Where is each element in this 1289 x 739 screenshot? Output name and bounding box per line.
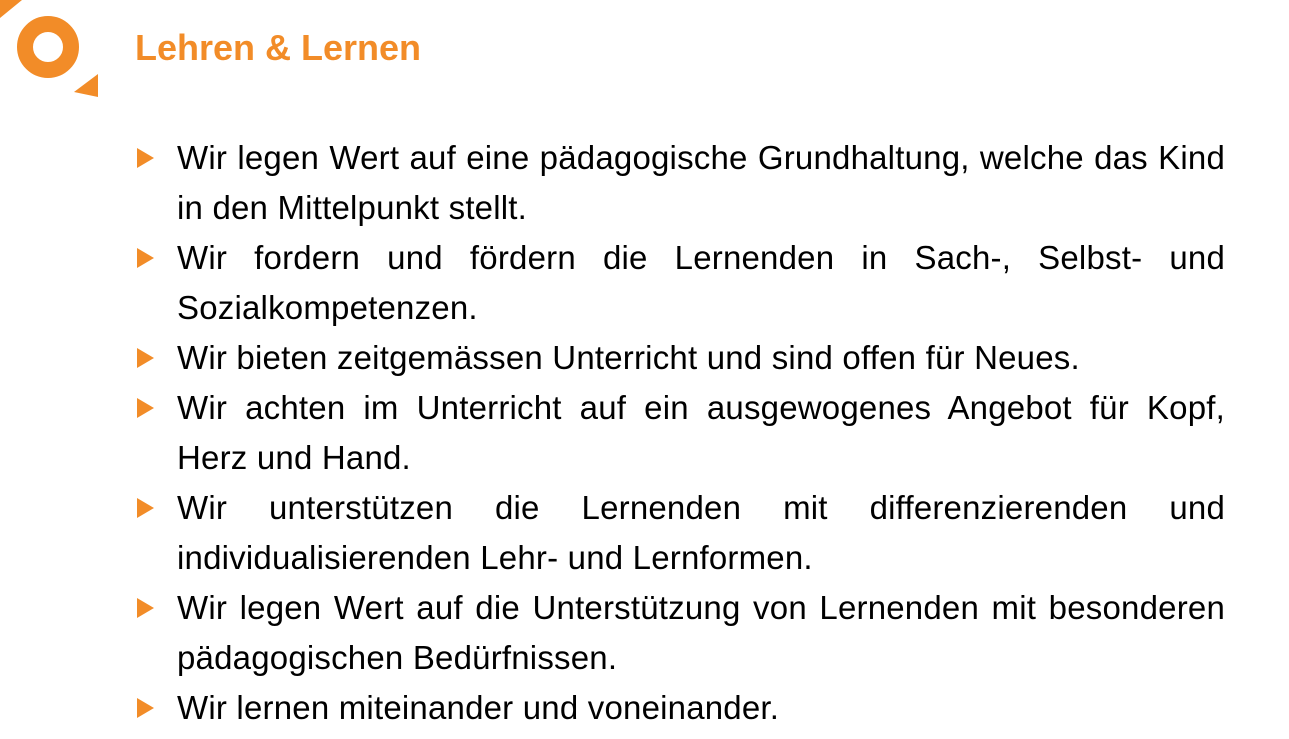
page-title: Lehren & Lernen bbox=[135, 27, 422, 68]
bullet-item: Wir unterstützen die Lernenden mit diffe… bbox=[135, 483, 1225, 583]
bullet-text: Wir bieten zeitgemässen Unterricht und s… bbox=[177, 339, 1080, 376]
bullet-text: Wir lernen miteinander und voneinander. bbox=[177, 689, 780, 726]
triangle-bullet-icon bbox=[137, 398, 154, 418]
bullet-text: Wir fordern und fördern die Lernenden in… bbox=[177, 239, 1225, 326]
bullet-item: Wir bieten zeitgemässen Unterricht und s… bbox=[135, 333, 1225, 383]
bullet-item: Wir achten im Unterricht auf ein ausgewo… bbox=[135, 383, 1225, 483]
bullet-item: Wir fordern und fördern die Lernenden in… bbox=[135, 233, 1225, 333]
bullet-list: Wir legen Wert auf eine pädagogische Gru… bbox=[135, 133, 1225, 733]
bullet-text: Wir legen Wert auf eine pädagogische Gru… bbox=[177, 139, 1225, 226]
bullet-item: Wir legen Wert auf die Unterstützung von… bbox=[135, 583, 1225, 683]
bullet-item: Wir lernen miteinander und voneinander. bbox=[135, 683, 1225, 733]
triangle-bullet-icon bbox=[137, 598, 154, 618]
triangle-bullet-icon bbox=[137, 348, 154, 368]
triangle-bullet-icon bbox=[137, 248, 154, 268]
triangle-bullet-icon bbox=[137, 148, 154, 168]
triangle-bullet-icon bbox=[137, 698, 154, 718]
bullet-text: Wir achten im Unterricht auf ein ausgewo… bbox=[177, 389, 1225, 476]
bullet-item: Wir legen Wert auf eine pädagogische Gru… bbox=[135, 133, 1225, 233]
bullet-text: Wir unterstützen die Lernenden mit diffe… bbox=[177, 489, 1225, 576]
bullet-text: Wir legen Wert auf die Unterstützung von… bbox=[177, 589, 1225, 676]
triangle-bullet-icon bbox=[137, 498, 154, 518]
sun-ring-logo-icon bbox=[0, 0, 98, 97]
